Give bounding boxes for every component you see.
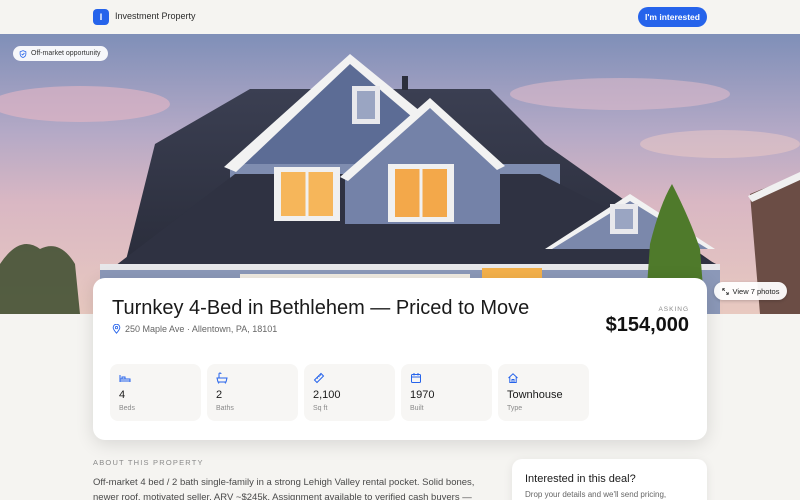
shield-check-icon xyxy=(19,49,27,58)
stat-beds: 4 Beds xyxy=(110,364,201,421)
hero-photo[interactable]: Off-market opportunity View 7 photos xyxy=(0,34,800,314)
about-heading: ABOUT THIS PROPERTY xyxy=(93,458,204,467)
view-photos-button[interactable]: View 7 photos xyxy=(714,282,787,300)
stat-value: Townhouse xyxy=(507,389,563,401)
bath-icon xyxy=(216,372,228,384)
brand-logo[interactable]: I xyxy=(93,9,109,25)
listing-address: 250 Maple Ave · Allentown, PA, 18101 xyxy=(112,324,277,334)
house-photo xyxy=(0,34,800,314)
view-photos-label: View 7 photos xyxy=(732,286,780,296)
off-market-badge: Off-market opportunity xyxy=(13,46,108,61)
home-icon xyxy=(508,373,518,383)
property-stats: 4 Beds 2 Baths 2,100 Sq ft 1970 Built To… xyxy=(110,364,589,421)
brand-name[interactable]: Investment Property xyxy=(115,11,196,21)
listing-card: Turnkey 4-Bed in Bethlehem — Priced to M… xyxy=(93,278,707,440)
stat-value: 2 xyxy=(216,389,223,401)
stat-label: Type xyxy=(507,405,523,412)
contact-heading: Interested in this deal? xyxy=(525,473,636,485)
top-bar: I Investment Property I'm interested xyxy=(0,0,800,34)
stat-value: 4 xyxy=(119,389,126,401)
stat-baths: 2 Baths xyxy=(207,364,298,421)
location-pin-icon xyxy=(112,324,121,334)
stat-label: Beds xyxy=(119,405,135,412)
asking-label: ASKING xyxy=(658,306,689,313)
stat-value: 2,100 xyxy=(313,389,341,401)
stat-label: Built xyxy=(410,405,424,412)
listing-title: Turnkey 4-Bed in Bethlehem — Priced to M… xyxy=(112,297,530,319)
stat-label: Baths xyxy=(216,405,234,412)
calendar-icon xyxy=(411,373,421,383)
contact-text: Drop your details and we'll send pricing… xyxy=(525,490,667,499)
stat-sqft: 2,100 Sq ft xyxy=(304,364,395,421)
ruler-icon xyxy=(313,372,325,384)
stat-label: Sq ft xyxy=(313,405,328,412)
contact-panel: Interested in this deal? Drop your detai… xyxy=(512,459,707,500)
stat-value: 1970 xyxy=(410,389,435,401)
about-text: Off-market 4 bed / 2 bath single-family … xyxy=(93,477,475,500)
off-market-label: Off-market opportunity xyxy=(31,50,101,57)
address-text: 250 Maple Ave · Allentown, PA, 18101 xyxy=(125,324,278,334)
stat-built: 1970 Built xyxy=(401,364,492,421)
bed-icon xyxy=(119,375,131,382)
stat-type: Townhouse Type xyxy=(498,364,589,421)
expand-icon xyxy=(721,287,729,295)
asking-price: $154,000 xyxy=(605,314,689,336)
interested-button[interactable]: I'm interested xyxy=(638,7,707,27)
